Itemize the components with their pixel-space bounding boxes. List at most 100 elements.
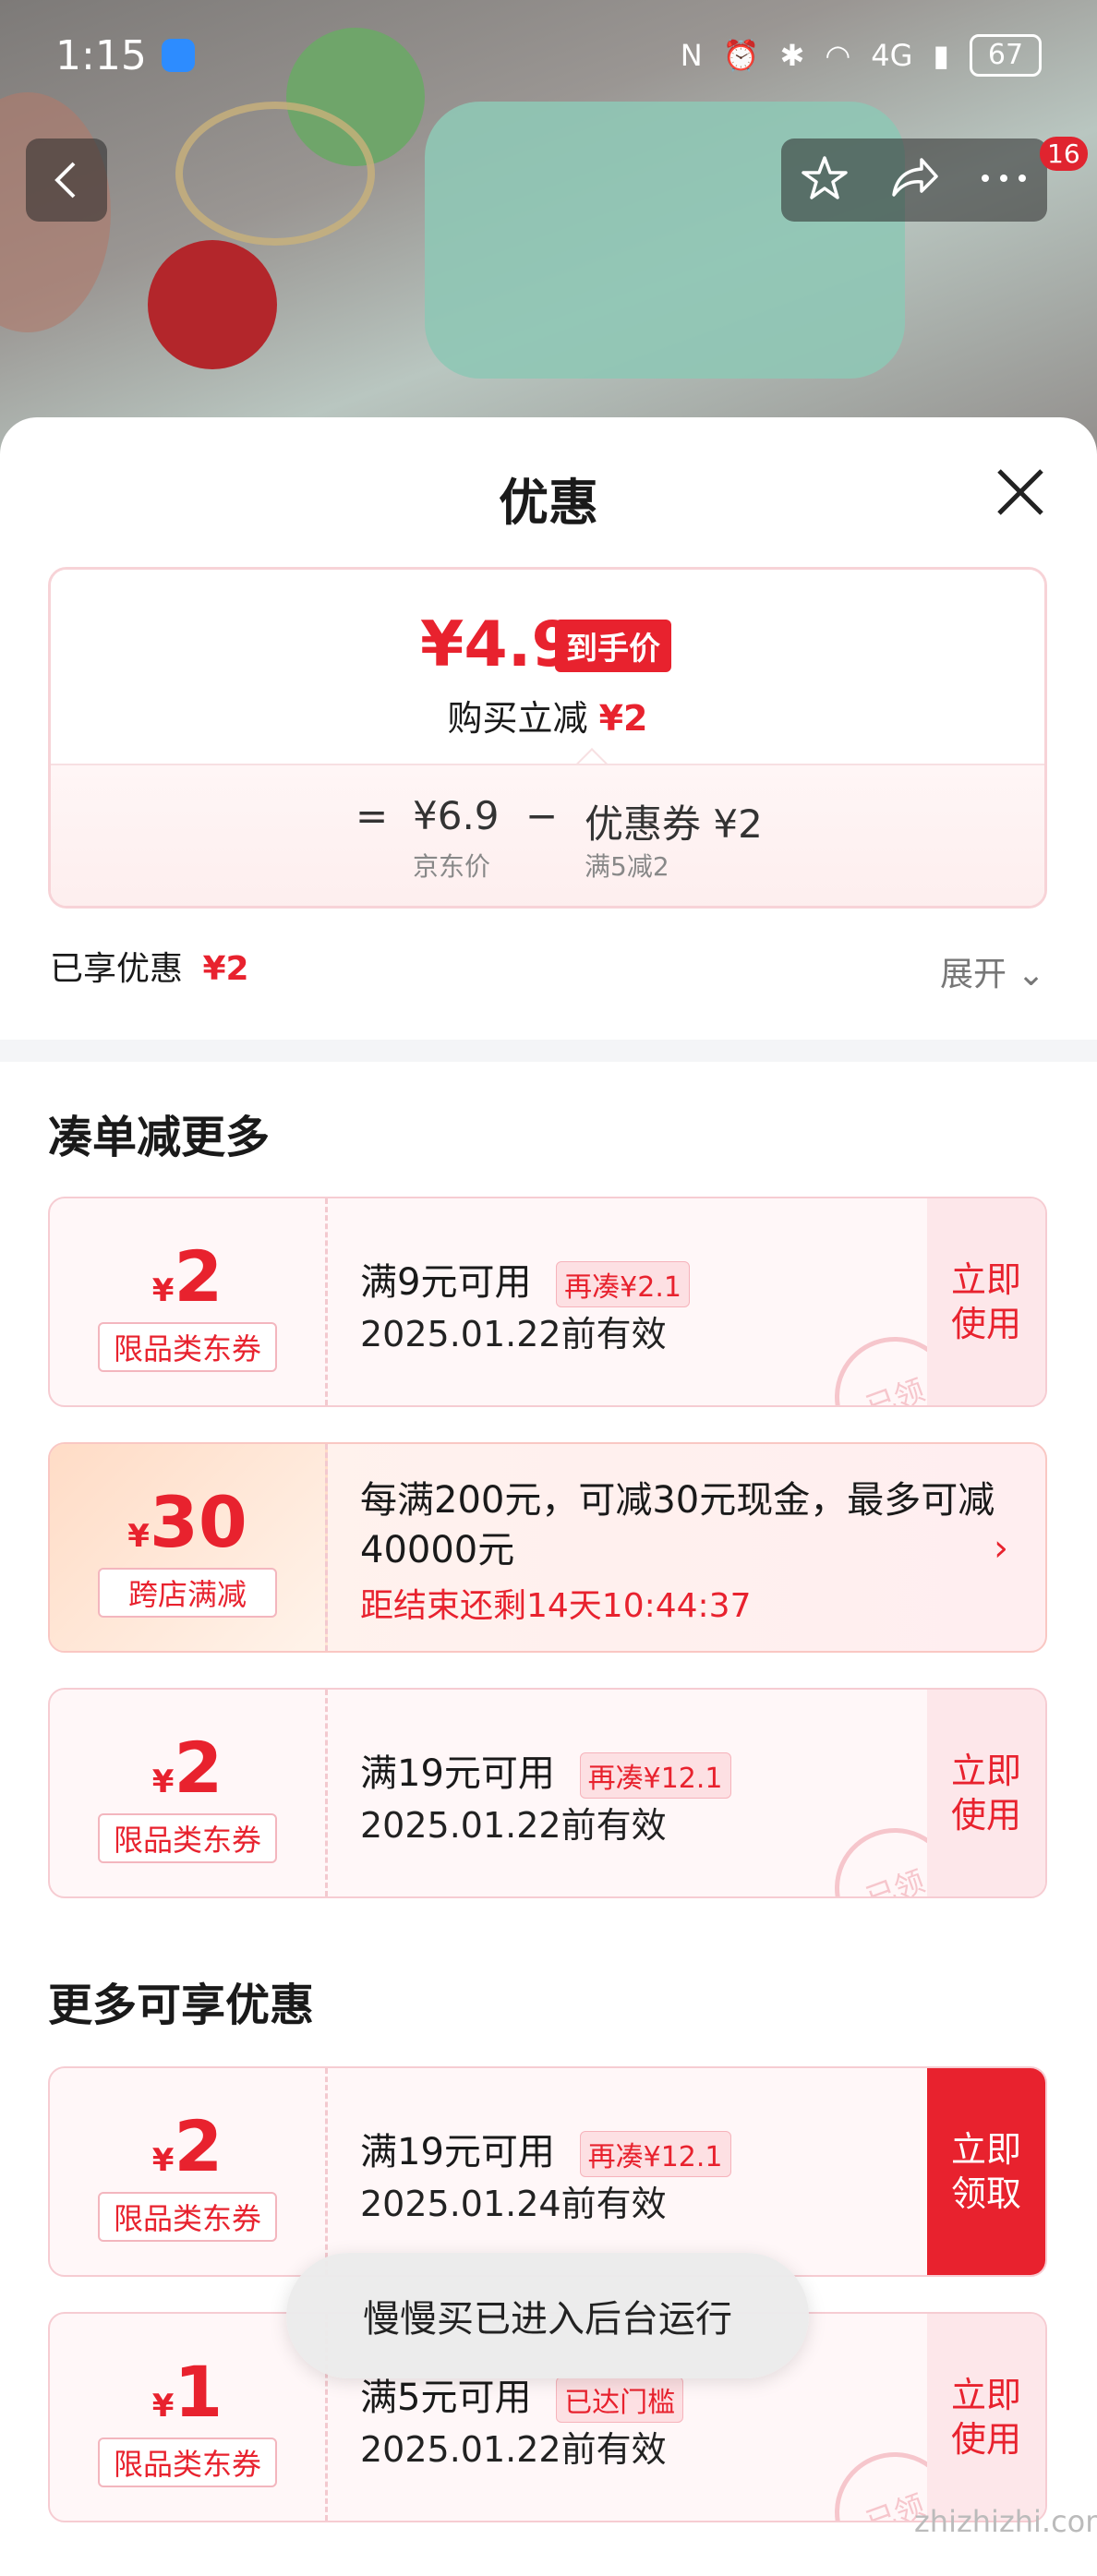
- use-now-label: 立即使用: [950, 1751, 1021, 1836]
- status-time: 1:15: [55, 31, 147, 79]
- chat-app-icon: [161, 39, 195, 72]
- coupon-amount: ¥2: [50, 1727, 325, 1809]
- coupon-text: 优惠券 ¥2: [585, 801, 763, 847]
- coupon-validity: 2025.01.22前有效: [360, 1314, 667, 1354]
- coupon-condition-text: 满19元可用: [360, 2131, 555, 2173]
- enjoyed-discount: 已享优惠 ¥2: [50, 942, 249, 990]
- close-button[interactable]: [988, 460, 1053, 524]
- price-card: ¥4.9 到手价 购买立减 ¥2 = ¥6.9 京东价 − 优惠券 ¥2 满5减…: [48, 567, 1047, 909]
- coupon-left: ¥2 限品类东券: [50, 2068, 328, 2275]
- coupon-condition-text: 满9元可用: [360, 1261, 532, 1304]
- expand-label: 展开: [940, 956, 1007, 993]
- promo-countdown: 距结束还剩14天10:44:37: [360, 1587, 752, 1625]
- use-now-label: 立即使用: [950, 2375, 1021, 2460]
- chevron-down-icon: ⌄: [1017, 956, 1045, 993]
- reduce-line: 购买立减 ¥2: [51, 690, 1044, 740]
- coupon-left: ¥1 限品类东券: [50, 2314, 328, 2521]
- use-now-button[interactable]: 立即使用: [927, 2314, 1045, 2521]
- price-top: ¥4.9 到手价 购买立减 ¥2: [51, 570, 1044, 764]
- final-price-badge: 到手价: [555, 620, 671, 672]
- claim-now-label: 立即领取: [950, 2129, 1021, 2214]
- share-icon[interactable]: [886, 152, 942, 208]
- coupon-condition: 满9元可用 再凑¥2.1: [360, 1252, 690, 1307]
- jd-price-label: 京东价: [413, 851, 491, 882]
- use-now-button[interactable]: 立即使用: [927, 1690, 1045, 1896]
- reduce-amount: ¥2: [598, 698, 648, 739]
- photo-ring: [175, 102, 375, 246]
- photo-shape: [148, 240, 277, 369]
- notification-badge: 16: [1040, 137, 1088, 171]
- coupon-amount: ¥2: [50, 1235, 325, 1318]
- signal-icon: ▮: [933, 38, 949, 73]
- coupon-amount: ¥2: [50, 2105, 325, 2187]
- alarm-icon: ⏰: [722, 38, 760, 73]
- expand-button[interactable]: 展开 ⌄: [940, 947, 1045, 995]
- coupon-amount: ¥1: [50, 2351, 325, 2433]
- use-now-button[interactable]: 立即使用: [927, 1198, 1045, 1405]
- coupon-tag: 限品类东券: [98, 2438, 277, 2487]
- coupon-tag: 跨店满减: [98, 1568, 277, 1618]
- header-actions: [781, 138, 1047, 222]
- coupon-left: ¥2 限品类东券: [50, 1690, 328, 1896]
- coupon-value: 2: [174, 2105, 223, 2187]
- use-now-label: 立即使用: [950, 1259, 1021, 1344]
- coupon-left: ¥2 限品类东券: [50, 1198, 328, 1405]
- price-bottom: = ¥6.9 京东价 − 优惠券 ¥2 满5减2: [51, 764, 1044, 906]
- sheet-title: 优惠: [499, 474, 598, 532]
- coupon-value: 2: [174, 1235, 223, 1318]
- coupon-yen: ¥: [151, 2388, 175, 2425]
- jd-price: ¥6.9: [413, 793, 500, 838]
- coupon-card: ¥2 限品类东券 满19元可用 再凑¥12.1 2025.01.24前有效 立即…: [48, 2066, 1047, 2277]
- section-title-more-benefits: 更多可享优惠: [48, 1980, 315, 2031]
- section-divider: [0, 1040, 1097, 1062]
- cross-store-promo[interactable]: ¥30 跨店满减 每满200元，可减30元现金，最多可减40000元 距结束还剩…: [48, 1442, 1047, 1653]
- back-button[interactable]: [26, 138, 107, 222]
- claim-now-button[interactable]: 立即领取: [927, 2068, 1045, 2275]
- close-icon: [997, 469, 1043, 515]
- watermark: zhizhizhi.com: [914, 2504, 1097, 2539]
- promo-description: 每满200元，可减30元现金，最多可减40000元: [360, 1479, 995, 1571]
- battery-icon: 67: [970, 34, 1042, 77]
- final-price: ¥4.9: [420, 608, 575, 681]
- coupon-card: ¥2 限品类东券 满9元可用 再凑¥2.1 2025.01.22前有效 已领 立…: [48, 1197, 1047, 1407]
- coupon-condition: 满19元可用 再凑¥12.1: [360, 2122, 731, 2177]
- bluetooth-icon: ✱: [779, 38, 805, 73]
- coupon-card: ¥2 限品类东券 满19元可用 再凑¥12.1 2025.01.22前有效 已领…: [48, 1688, 1047, 1898]
- coupon-value: 2: [174, 1727, 223, 1809]
- wifi-icon: ◠: [825, 38, 851, 73]
- coupon-tag: 限品类东券: [98, 2192, 277, 2242]
- coupon-condition: 满19元可用 再凑¥12.1: [360, 1743, 731, 1799]
- minus-sign: −: [525, 793, 559, 838]
- coupon-pill: 已达门槛: [556, 2377, 684, 2423]
- coupon-yen: ¥: [151, 1763, 175, 1800]
- coupon-pill: 再凑¥2.1: [556, 1261, 690, 1307]
- coupon-tag: 限品类东券: [98, 1322, 277, 1372]
- coupon-tag: 限品类东券: [98, 1813, 277, 1863]
- coupon-value: 30: [149, 1481, 247, 1563]
- background-toast: 慢慢买已进入后台运行: [286, 2253, 809, 2378]
- coupon-pill: 再凑¥12.1: [579, 2131, 731, 2177]
- coupon-yen: ¥: [151, 2142, 175, 2179]
- chevron-right-icon: ›: [994, 1527, 1008, 1570]
- coupon-yen: ¥: [127, 1518, 150, 1555]
- enjoyed-amount: ¥2: [202, 950, 249, 988]
- favorite-star-icon[interactable]: [799, 152, 850, 208]
- back-arrow-icon: [54, 162, 76, 199]
- coupon-pill: 再凑¥12.1: [579, 1752, 731, 1799]
- equals-sign: =: [356, 793, 389, 838]
- coupon-condition-text: 满5元可用: [360, 2377, 532, 2419]
- coupon-yen: ¥: [151, 1272, 175, 1309]
- status-right: N ⏰ ✱ ◠ 4G ▮ 67: [681, 34, 1042, 77]
- nfc-icon: N: [680, 38, 703, 73]
- coupon-validity: 2025.01.22前有效: [360, 1805, 667, 1846]
- section-title-more-order: 凑单减更多: [48, 1112, 271, 1163]
- coupon-value: 1: [174, 2351, 223, 2433]
- coupon-condition-text: 满19元可用: [360, 1752, 555, 1795]
- enjoyed-label: 已享优惠: [50, 950, 184, 988]
- more-dots-icon[interactable]: [978, 169, 1030, 191]
- status-bar: 1:15 N ⏰ ✱ ◠ 4G ▮ 67: [0, 0, 1097, 111]
- status-left: 1:15: [55, 32, 195, 79]
- coupon-validity: 2025.01.22前有效: [360, 2429, 667, 2470]
- coupon-rule: 满5减2: [585, 851, 669, 882]
- reduce-text: 购买立减: [447, 698, 588, 739]
